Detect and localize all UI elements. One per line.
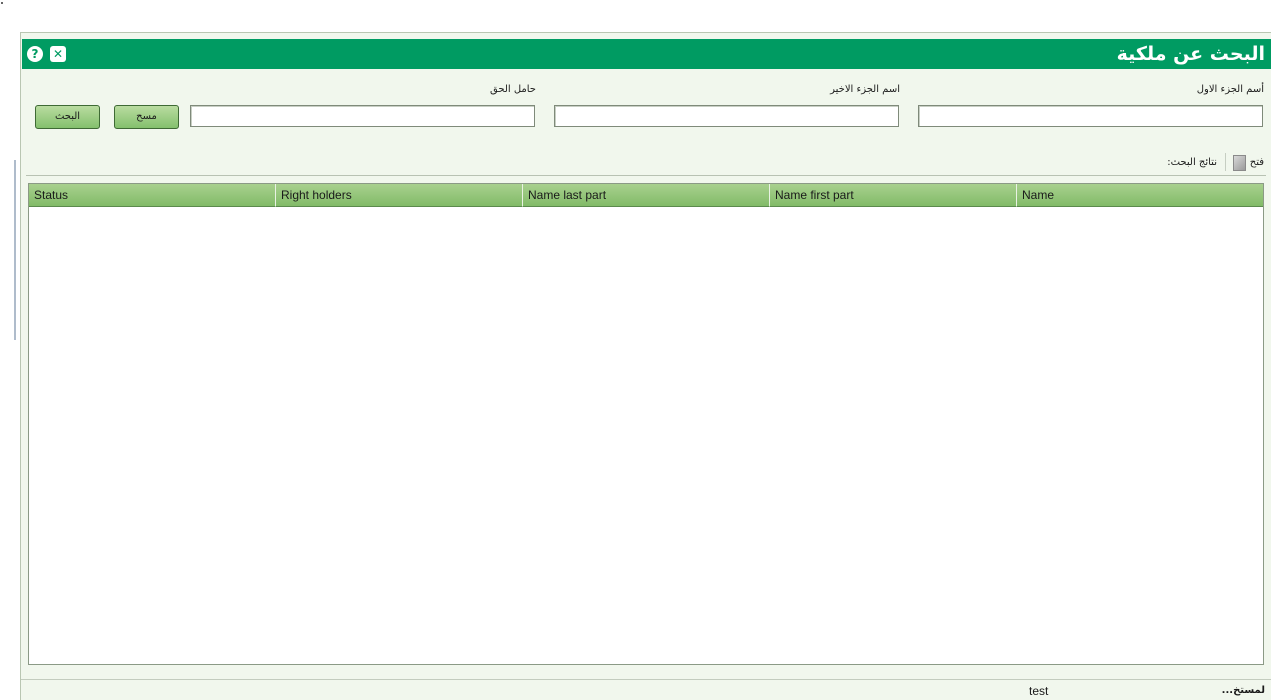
column-header-right-holders[interactable]: Right holders	[276, 184, 523, 207]
status-bar: test لمستخ...	[21, 679, 1271, 700]
document-icon[interactable]	[1233, 155, 1246, 171]
close-icon[interactable]: ✕	[50, 46, 66, 62]
corner-dot	[1, 2, 3, 4]
first-name-input[interactable]	[918, 105, 1263, 127]
dialog-title: البحث عن ملكية	[1116, 43, 1265, 65]
open-button[interactable]: فتح	[1250, 157, 1264, 168]
title-bar: ? ✕ البحث عن ملكية	[22, 39, 1271, 69]
first-name-label: أسم الجزء الاول	[1196, 84, 1264, 95]
toolbar-separator	[1225, 153, 1226, 171]
column-header-name-last-part[interactable]: Name last part	[523, 184, 770, 207]
divider	[26, 175, 1266, 176]
results-toolbar: فتح نتائج البحث:	[26, 150, 1266, 176]
grid-header: Status Right holders Name last part Name…	[29, 184, 1263, 207]
column-header-name-first-part[interactable]: Name first part	[770, 184, 1017, 207]
clear-button[interactable]: مسح	[114, 105, 179, 129]
user-value: test	[1029, 684, 1049, 698]
right-holder-input[interactable]	[190, 105, 535, 127]
user-label: لمستخ...	[1221, 685, 1265, 696]
last-name-input[interactable]	[554, 105, 899, 127]
column-header-status[interactable]: Status	[29, 184, 276, 207]
right-holder-label: حامل الحق	[490, 84, 536, 95]
results-label: نتائج البحث:	[1167, 157, 1217, 168]
page: ? ✕ البحث عن ملكية أسم الجزء الاول اسم ا…	[0, 0, 1271, 700]
results-grid[interactable]: Status Right holders Name last part Name…	[28, 183, 1264, 665]
search-button[interactable]: البحث	[35, 105, 100, 129]
last-name-label: اسم الجزء الاخير	[830, 84, 900, 95]
window-edge	[14, 160, 16, 340]
column-header-name[interactable]: Name	[1017, 184, 1263, 207]
help-icon[interactable]: ?	[27, 46, 43, 62]
